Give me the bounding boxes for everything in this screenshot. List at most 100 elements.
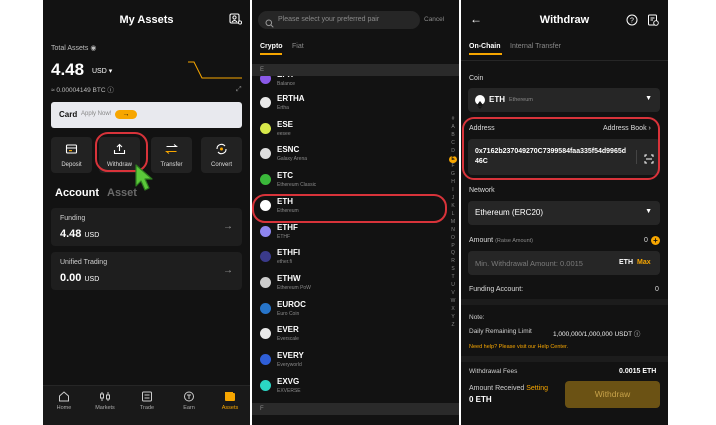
coin-name: Ertha xyxy=(277,105,289,111)
alphabet-letter[interactable]: P xyxy=(449,243,457,251)
alphabet-letter[interactable]: T xyxy=(449,274,457,282)
alphabet-letter[interactable]: O xyxy=(449,235,457,243)
unified-trading-account-card[interactable]: Unified Trading 0.00 USD → xyxy=(51,252,242,290)
eye-icon[interactable]: ◉ xyxy=(90,45,96,52)
expand-icon[interactable]: ⤢ xyxy=(236,86,242,94)
alphabet-letter[interactable]: C xyxy=(449,140,457,148)
alphabet-letter[interactable]: S xyxy=(449,266,457,274)
tab-asset[interactable]: Asset xyxy=(107,187,137,199)
nav-home[interactable]: Home xyxy=(49,391,79,411)
amount-input[interactable]: Min. Withdrawal Amount: 0.0015 ETH Max xyxy=(468,251,660,275)
alphabet-letter[interactable]: Z xyxy=(449,322,457,330)
transfer-icon xyxy=(164,142,179,160)
divider xyxy=(461,60,668,61)
alphabet-letter[interactable]: # xyxy=(449,116,457,124)
history-icon[interactable] xyxy=(647,13,659,31)
alphabet-letter[interactable]: N xyxy=(449,227,457,235)
coin-symbol: EVERY xyxy=(277,351,304,360)
alphabet-letter[interactable]: F xyxy=(449,163,457,171)
alphabet-letter[interactable]: Q xyxy=(449,250,457,258)
alphabet-letter[interactable]: J xyxy=(449,195,457,203)
info-icon: ⓘ xyxy=(107,87,114,94)
search-input[interactable]: Please select your preferred pair xyxy=(258,11,420,29)
cancel-button[interactable]: Cancel xyxy=(424,16,444,23)
alphabet-letter[interactable]: L xyxy=(449,211,457,219)
markets-icon xyxy=(90,391,120,402)
alphabet-letter[interactable]: X xyxy=(449,306,457,314)
alphabet-letter[interactable]: W xyxy=(449,298,457,306)
coin-row[interactable]: ESNC Galaxy Arena xyxy=(252,141,442,166)
alphabet-index[interactable]: # A B C D E F G H I J K L M N O P Q R S T U V W X Y Z xyxy=(449,116,457,329)
coin-row[interactable]: ETC Ethereum Classic xyxy=(252,167,442,192)
coin-row[interactable]: EUROC Euro Coin xyxy=(252,296,442,321)
coin-row[interactable]: EVER Everscale xyxy=(252,321,442,346)
coin-row[interactable]: EVERY Everyworld xyxy=(252,347,442,372)
max-button[interactable]: Max xyxy=(637,259,651,266)
coin-symbol: EXVG xyxy=(277,376,300,386)
network-select[interactable]: Ethereum (ERC20) ▼ xyxy=(468,201,660,225)
alphabet-letter[interactable]: E xyxy=(449,155,457,164)
tab-internal-transfer[interactable]: Internal Transfer xyxy=(510,43,561,50)
profile-settings-icon[interactable] xyxy=(229,13,242,25)
amount-balance: 0 xyxy=(644,237,648,244)
alphabet-letter[interactable]: R xyxy=(449,258,457,266)
page-title: My Assets xyxy=(119,14,174,26)
coin-name: ETHF xyxy=(277,233,291,240)
daily-limit-label: Daily Remaining Limit xyxy=(469,328,532,335)
coin-name: EXVERSE xyxy=(277,387,301,394)
coin-symbol: ETHFI xyxy=(277,248,301,258)
alphabet-letter[interactable]: H xyxy=(449,179,457,187)
info-icon[interactable]: ⓘ xyxy=(634,331,641,338)
alphabet-letter[interactable]: U xyxy=(449,282,457,290)
coin-icon xyxy=(260,354,271,365)
alphabet-letter[interactable]: D xyxy=(449,148,457,156)
coin-row[interactable]: EXVG EXVERSE xyxy=(252,373,442,398)
alphabet-letter[interactable]: B xyxy=(449,132,457,140)
alphabet-letter[interactable]: V xyxy=(449,290,457,298)
coin-symbol: EVER xyxy=(277,325,299,335)
alphabet-letter[interactable]: A xyxy=(449,124,457,132)
coin-name: Ethereum PoW xyxy=(277,284,311,291)
help-center-link[interactable]: Need help? Please visit our Help Center. xyxy=(469,344,568,350)
coin-row[interactable]: ERTHA Ertha xyxy=(252,90,442,115)
add-circle-icon[interactable]: + xyxy=(651,236,660,245)
coin-select[interactable]: ETH Ethereum ▼ xyxy=(468,88,660,112)
active-tab-underline xyxy=(260,53,282,55)
nav-markets[interactable]: Markets xyxy=(90,391,120,411)
withdraw-submit-button[interactable]: Withdraw xyxy=(565,381,660,408)
setting-link[interactable]: Setting xyxy=(526,385,548,392)
section-header-overlay: E xyxy=(252,64,459,76)
alphabet-letter[interactable]: G xyxy=(449,171,457,179)
tab-on-chain[interactable]: On-Chain xyxy=(469,43,501,50)
alphabet-letter[interactable]: I xyxy=(449,187,457,195)
btc-equivalent: ≈ 0.00004149 BTC ⓘ xyxy=(51,87,114,94)
help-icon[interactable]: ? xyxy=(626,13,638,31)
alphabet-letter[interactable]: Y xyxy=(449,314,457,322)
nav-earn[interactable]: Earn xyxy=(174,391,204,411)
caret-down-icon: ▼ xyxy=(645,95,652,102)
coin-name: Everyworld xyxy=(277,362,302,368)
tab-account[interactable]: Account xyxy=(55,187,99,199)
alphabet-letter[interactable]: K xyxy=(449,203,457,211)
card-promo-banner[interactable]: Card Apply Now! → xyxy=(51,102,242,128)
arrow-right-icon[interactable]: → xyxy=(115,110,137,119)
amount-received-value: 0 ETH xyxy=(469,395,492,404)
tab-fiat[interactable]: Fiat xyxy=(292,43,304,50)
coin-row[interactable]: ETHFI ether.fi xyxy=(252,244,442,269)
transfer-button[interactable]: Transfer xyxy=(151,137,192,173)
coin-icon xyxy=(260,251,271,263)
funding-account-card[interactable]: Funding 4.48 USD → xyxy=(51,208,242,246)
tab-crypto[interactable]: Crypto xyxy=(260,43,283,50)
amount-label: Amount (Raise Amount) xyxy=(469,237,533,244)
coin-row[interactable]: ESE eesee xyxy=(252,116,442,141)
currency-selector[interactable]: USD ▾ xyxy=(92,67,112,75)
nav-trade[interactable]: Trade xyxy=(132,391,162,411)
coin-symbol: EUROC xyxy=(277,299,306,309)
convert-button[interactable]: Convert xyxy=(201,137,242,173)
coin-row[interactable]: ETHW Ethereum PoW xyxy=(252,270,442,295)
funding-account-label: Funding Account: xyxy=(469,286,524,293)
nav-assets[interactable]: Assets xyxy=(215,391,245,411)
alphabet-letter[interactable]: M xyxy=(449,219,457,227)
deposit-button[interactable]: Deposit xyxy=(51,137,92,173)
promo-title: Card xyxy=(59,110,78,119)
